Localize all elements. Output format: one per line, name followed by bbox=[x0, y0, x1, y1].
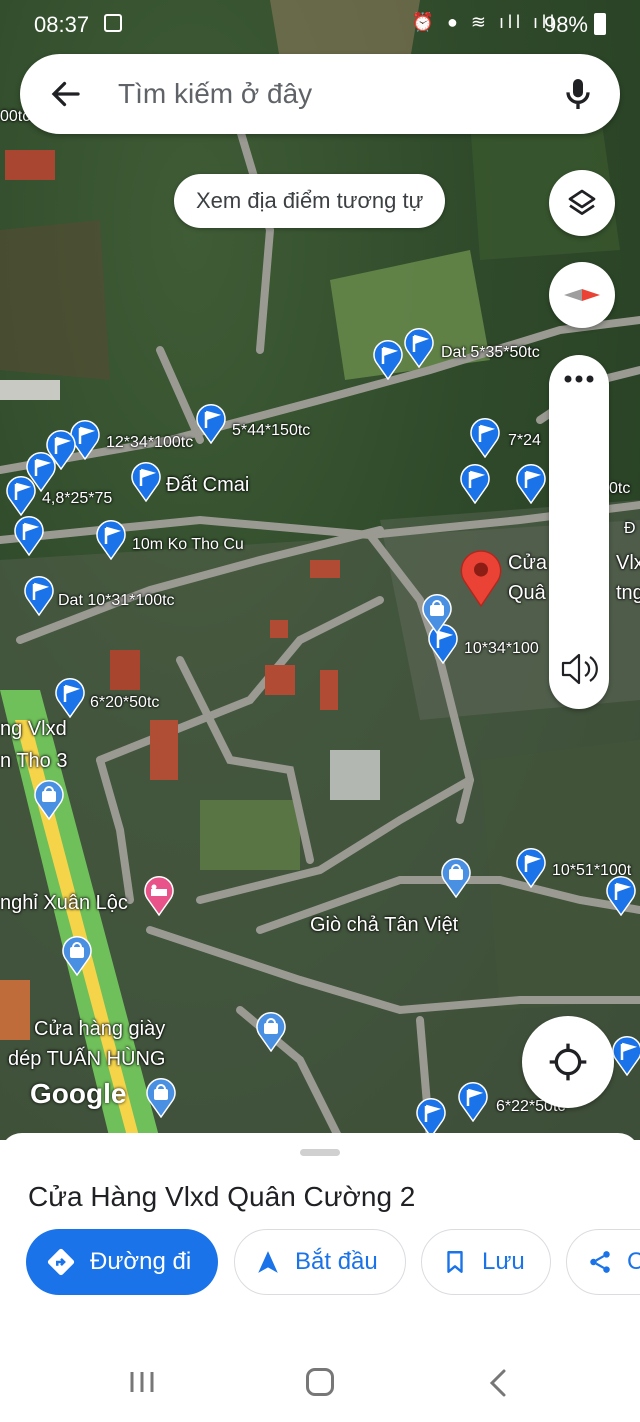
flag-pin-icon[interactable] bbox=[516, 848, 546, 888]
shopping-bag-pin-icon[interactable] bbox=[256, 1012, 286, 1052]
start-label: Bắt đầu bbox=[295, 1248, 378, 1275]
share-icon bbox=[590, 1251, 610, 1273]
flag-pin-icon[interactable] bbox=[460, 464, 490, 504]
screen: 08:37 ⏰ ● ≋ ıll ıll 98% 00tc Dat 5*35*50… bbox=[0, 0, 640, 1422]
flag-pin-icon[interactable] bbox=[24, 576, 54, 616]
search-bar[interactable] bbox=[20, 54, 620, 134]
save-button[interactable]: Lưu bbox=[421, 1229, 551, 1295]
red-pin-icon[interactable] bbox=[460, 548, 502, 608]
similar-places-chip[interactable]: Xem địa điểm tương tự bbox=[174, 174, 446, 228]
battery-level: 98% bbox=[543, 12, 588, 37]
flag-pin-icon[interactable] bbox=[373, 340, 403, 380]
hotel-pin-icon[interactable] bbox=[144, 876, 174, 916]
recent-apps-icon[interactable] bbox=[128, 1370, 156, 1394]
flag-pin-icon[interactable] bbox=[131, 462, 161, 502]
status-icons: ⏰ ● ≋ ıll ıll bbox=[411, 12, 558, 32]
map-label[interactable]: Cửa hàng giày bbox=[34, 1018, 165, 1041]
map-label[interactable]: Vlx bbox=[616, 552, 640, 575]
more-icon[interactable] bbox=[563, 373, 595, 385]
flag-pin-icon[interactable] bbox=[458, 1082, 488, 1122]
map-label[interactable]: Quâ bbox=[508, 582, 546, 605]
system-nav-bar bbox=[0, 1340, 640, 1422]
map-label[interactable]: dép TUẤN HÙNG bbox=[8, 1048, 165, 1071]
map-label[interactable]: 12*34*100tc bbox=[106, 434, 193, 452]
flag-pin-icon[interactable] bbox=[14, 516, 44, 556]
satellite-map[interactable]: 08:37 ⏰ ● ≋ ıll ıll 98% 00tc Dat 5*35*50… bbox=[0, 0, 640, 1140]
share-button[interactable]: C bbox=[566, 1229, 640, 1295]
map-label[interactable]: 10m Ko Tho Cu bbox=[132, 536, 244, 554]
my-location-button[interactable] bbox=[522, 1016, 614, 1108]
save-label: Lưu bbox=[482, 1248, 525, 1275]
compass-icon bbox=[564, 289, 600, 301]
flag-pin-icon[interactable] bbox=[612, 1036, 640, 1076]
my-location-icon bbox=[549, 1043, 587, 1081]
compass-button[interactable] bbox=[549, 262, 615, 328]
map-label[interactable]: Dat 5*35*50tc bbox=[441, 344, 540, 362]
map-label[interactable]: tng bbox=[616, 582, 640, 605]
navigation-icon bbox=[258, 1251, 278, 1273]
street-view-panel[interactable] bbox=[549, 355, 609, 709]
map-label[interactable]: Cửa bbox=[508, 552, 547, 575]
map-label[interactable]: 5*44*150tc bbox=[232, 422, 310, 440]
map-label[interactable]: Đ bbox=[624, 520, 636, 538]
layers-button[interactable] bbox=[549, 170, 615, 236]
layers-icon bbox=[568, 189, 596, 215]
flag-pin-icon[interactable] bbox=[470, 418, 500, 458]
map-label[interactable]: n Tho 3 bbox=[0, 750, 67, 773]
map-label[interactable]: 4,8*25*75 bbox=[42, 490, 112, 508]
flag-pin-icon[interactable] bbox=[196, 404, 226, 444]
status-time: 08:37 bbox=[34, 12, 90, 37]
search-input[interactable] bbox=[118, 74, 538, 114]
start-button[interactable]: Bắt đầu bbox=[234, 1229, 406, 1295]
shopping-bag-pin-icon[interactable] bbox=[146, 1078, 176, 1118]
map-label[interactable]: 6*20*50tc bbox=[90, 694, 159, 712]
directions-icon bbox=[47, 1248, 75, 1276]
flag-pin-icon[interactable] bbox=[55, 678, 85, 718]
map-label[interactable]: 10*34*100 bbox=[464, 640, 539, 658]
map-label[interactable]: Dat 10*31*100tc bbox=[58, 592, 175, 610]
notification-icon bbox=[104, 14, 122, 32]
place-title: Cửa Hàng Vlxd Quân Cường 2 bbox=[28, 1181, 416, 1212]
flag-pin-icon[interactable] bbox=[416, 1098, 446, 1138]
directions-label: Đường đi bbox=[90, 1248, 192, 1275]
google-logo: Google bbox=[30, 1078, 127, 1109]
mic-icon[interactable] bbox=[558, 74, 598, 114]
directions-button[interactable]: Đường đi bbox=[26, 1229, 218, 1295]
drag-handle[interactable] bbox=[300, 1149, 340, 1156]
bookmark-icon bbox=[447, 1251, 463, 1273]
map-label[interactable]: 0tc bbox=[609, 480, 630, 498]
flag-pin-icon[interactable] bbox=[96, 520, 126, 560]
share-label: C bbox=[627, 1248, 640, 1275]
status-bar: 08:37 ⏰ ● ≋ ıll ıll 98% bbox=[0, 0, 640, 48]
flag-pin-icon[interactable] bbox=[6, 476, 36, 516]
shopping-bag-pin-icon[interactable] bbox=[422, 594, 452, 634]
sound-icon[interactable] bbox=[559, 651, 599, 687]
shopping-bag-pin-icon[interactable] bbox=[34, 780, 64, 820]
home-icon[interactable] bbox=[306, 1368, 334, 1396]
map-label[interactable]: Đất Cmai bbox=[166, 474, 249, 497]
battery-icon bbox=[594, 13, 606, 35]
shopping-bag-pin-icon[interactable] bbox=[62, 936, 92, 976]
flag-pin-icon[interactable] bbox=[516, 464, 546, 504]
back-arrow-icon[interactable] bbox=[48, 76, 84, 112]
flag-pin-icon[interactable] bbox=[404, 328, 434, 368]
nav-back-icon[interactable] bbox=[488, 1368, 508, 1398]
map-label[interactable]: Giò chả Tân Việt bbox=[310, 914, 458, 937]
flag-pin-icon[interactable] bbox=[606, 876, 636, 916]
shopping-bag-pin-icon[interactable] bbox=[441, 858, 471, 898]
map-label[interactable]: ng Vlxd bbox=[0, 718, 67, 741]
map-label[interactable]: nghỉ Xuân Lộc bbox=[0, 892, 128, 915]
map-label[interactable]: 7*24 bbox=[508, 432, 541, 450]
